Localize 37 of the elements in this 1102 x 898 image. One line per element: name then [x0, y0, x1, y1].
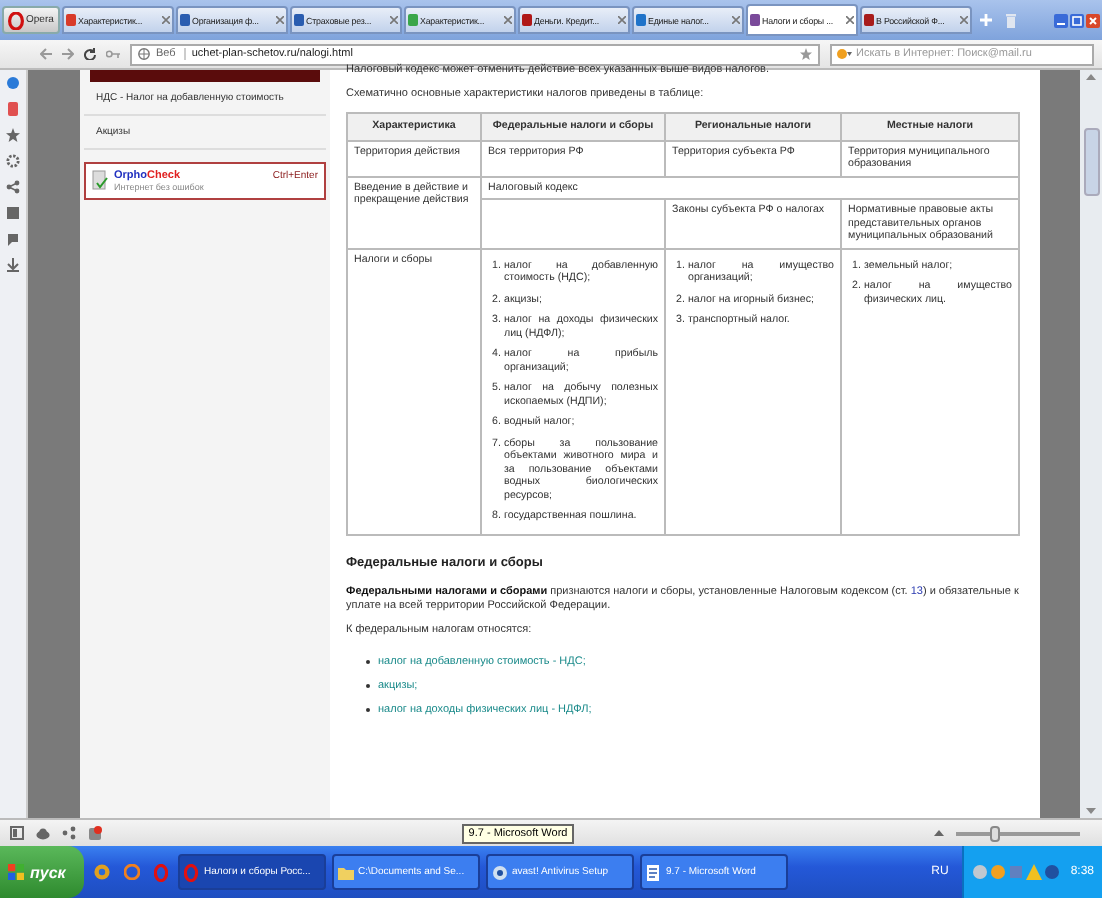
clipboard-check-icon — [92, 170, 108, 190]
minimize-icon[interactable] — [1054, 13, 1068, 27]
panel-toggle-icon[interactable] — [10, 826, 24, 840]
close-icon[interactable] — [732, 16, 740, 24]
word-icon — [646, 863, 662, 881]
trash-icon[interactable] — [1006, 13, 1016, 27]
scroll-down-icon — [1086, 808, 1096, 814]
scrollbar[interactable] — [1080, 70, 1102, 818]
star-icon[interactable] — [800, 48, 812, 60]
scroll-thumb[interactable] — [1083, 128, 1099, 196]
slider-thumb[interactable] — [989, 825, 1000, 841]
search-engine-icon — [836, 48, 852, 60]
close-icon[interactable] — [846, 16, 854, 24]
star-icon[interactable] — [6, 128, 20, 142]
close-icon[interactable] — [960, 16, 968, 24]
scroll-up-icon — [1086, 74, 1096, 80]
close-icon[interactable] — [162, 16, 170, 24]
windows-logo-icon — [8, 864, 24, 880]
add-tab-icon[interactable] — [980, 14, 992, 26]
back-icon[interactable] — [40, 48, 52, 60]
key-icon[interactable] — [106, 50, 120, 58]
opera-icon — [184, 863, 200, 881]
setup-icon — [492, 863, 508, 881]
download-icon[interactable] — [6, 258, 20, 272]
reload-icon[interactable] — [84, 48, 96, 60]
share-icon[interactable] — [62, 826, 76, 840]
close-icon[interactable] — [504, 16, 512, 24]
chat-icon[interactable] — [6, 232, 20, 246]
forward-icon[interactable] — [62, 48, 74, 60]
globe-icon — [138, 48, 150, 60]
close-icon[interactable] — [618, 16, 626, 24]
folder-icon — [338, 863, 354, 881]
share-icon[interactable] — [6, 180, 20, 194]
restore-icon[interactable] — [1070, 13, 1084, 27]
close-icon[interactable] — [276, 16, 284, 24]
close-icon[interactable] — [390, 16, 398, 24]
opera-logo-icon — [8, 11, 24, 29]
